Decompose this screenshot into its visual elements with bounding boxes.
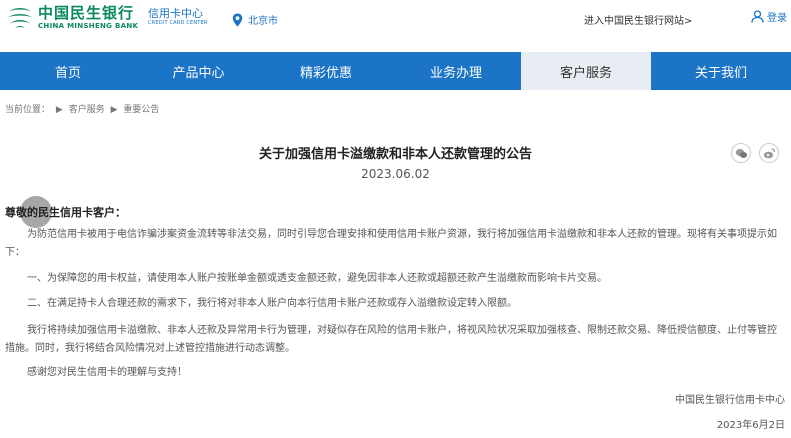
article-title: 关于加强信用卡溢缴款和非本人还款管理的公告 (258, 147, 532, 162)
signature: 中国民生银行信用卡中心 (675, 395, 785, 406)
body-paragraph-thanks: 感谢您对民生信用卡的理解与支持！ (27, 367, 187, 378)
nav-promotions[interactable]: 精彩优惠 (261, 52, 391, 90)
bank-logo[interactable]: 中国民生银行 CHINA MINSHENG BANK (6, 6, 138, 30)
nav-customer-service[interactable]: 客户服务 (521, 52, 651, 90)
sub-brand-cn: 信用卡中心 (148, 7, 203, 20)
body-paragraph-item-2: 二、在满足持卡人合理还款的需求下，我行将对非本人账户向本行信用卡账户还款或存入溢… (27, 298, 517, 309)
body-paragraph-measures: 我行将持续加强信用卡溢缴款、非本人还款及异常用卡行为管理，对疑似存在风险的信用卡… (5, 325, 777, 354)
salutation: 尊敬的民生信用卡客户： (5, 206, 126, 219)
breadcrumb: 当前位置： ▶ 客户服务 ▶ 重要公告 (5, 102, 162, 115)
location-selector[interactable]: 北京市 (232, 12, 278, 27)
minsheng-logo-icon (8, 8, 32, 28)
location-pin-icon (232, 13, 243, 26)
article-date: 2023.06.02 (361, 167, 430, 181)
wechat-icon (735, 148, 747, 158)
logo-name-en: CHINA MINSHENG BANK (38, 22, 139, 30)
breadcrumb-separator: ▶ (55, 105, 63, 115)
user-icon (751, 10, 764, 23)
logo-name-cn: 中国民生银行 (38, 4, 135, 22)
login-button[interactable]: 登录 (751, 9, 787, 24)
breadcrumb-item-customer-service[interactable]: 客户服务 (69, 105, 105, 115)
share-weibo-button[interactable] (759, 143, 779, 163)
login-label: 登录 (767, 13, 787, 24)
body-paragraph-item-1: 一、为保障您的用卡权益，请使用本人账户按账单金额或透支金额还款，避免因非本人还款… (27, 273, 607, 284)
bank-home-link[interactable]: 进入中国民生银行网站> (584, 12, 692, 27)
share-wechat-button[interactable] (731, 143, 751, 163)
main-nav: 首页 产品中心 精彩优惠 业务办理 客户服务 关于我们 (0, 52, 791, 90)
breadcrumb-prefix: 当前位置： (5, 105, 51, 115)
nav-products[interactable]: 产品中心 (136, 52, 261, 90)
nav-services[interactable]: 业务办理 (391, 52, 521, 90)
nav-home[interactable]: 首页 (0, 52, 136, 90)
sub-brand-en: CREDIT CARD CENTER (148, 20, 208, 26)
top-header: 中国民生银行 CHINA MINSHENG BANK 信用卡中心 CREDIT … (0, 0, 791, 52)
credit-card-center-label: 信用卡中心 CREDIT CARD CENTER (148, 8, 208, 26)
breadcrumb-separator: ▶ (110, 105, 118, 115)
signature-date: 2023年6月2日 (716, 420, 785, 431)
weibo-icon (763, 147, 775, 158)
body-paragraph-intro: 为防范信用卡被用于电信诈骗涉案资金流转等非法交易，同时引导您合理安排和使用信用卡… (5, 229, 777, 258)
breadcrumb-item-announcements[interactable]: 重要公告 (123, 105, 159, 115)
location-text: 北京市 (248, 16, 278, 27)
nav-about-us[interactable]: 关于我们 (651, 52, 791, 90)
